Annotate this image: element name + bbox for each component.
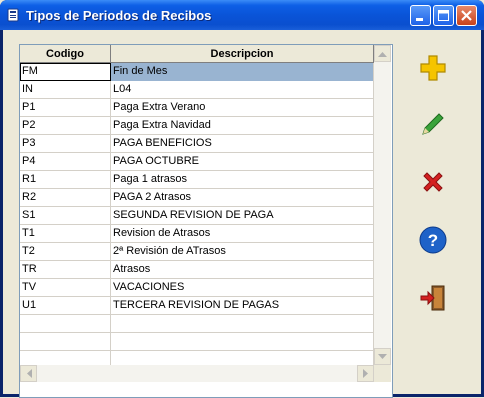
maximize-button[interactable] — [433, 5, 454, 26]
cell-descripcion[interactable]: L04 — [111, 81, 374, 99]
cell-codigo[interactable]: IN — [20, 81, 111, 99]
table-row[interactable]: P2 Paga Extra Navidad — [20, 117, 374, 135]
scroll-right-icon — [362, 369, 368, 378]
cell-descripcion[interactable]: Fin de Mes — [111, 63, 374, 81]
title-bar[interactable]: Tipos de Periodos de Recibos — [0, 0, 484, 30]
help-button[interactable]: ? — [415, 222, 451, 258]
scroll-right-button[interactable] — [357, 365, 374, 382]
cell-codigo[interactable]: S1 — [20, 207, 111, 225]
cell-codigo[interactable]: TR — [20, 261, 111, 279]
cell-descripcion[interactable]: PAGA OCTUBRE — [111, 153, 374, 171]
table-row[interactable]: U1 TERCERA REVISION DE PAGAS — [20, 297, 374, 315]
maximize-icon — [438, 10, 449, 21]
cell-descripcion[interactable]: Paga Extra Verano — [111, 99, 374, 117]
table-row[interactable]: R2 PAGA 2 Atrasos — [20, 189, 374, 207]
client-area: Codigo Descripcion FM Fin de Mes IN L04 P1 Pa… — [3, 30, 481, 398]
window-title: Tipos de Periodos de Recibos — [26, 8, 212, 23]
cell-codigo[interactable]: TV — [20, 279, 111, 297]
table-row[interactable]: IN L04 — [20, 81, 374, 99]
scroll-down-icon — [378, 353, 387, 359]
cell-descripcion[interactable]: VACACIONES — [111, 279, 374, 297]
cell-codigo[interactable]: T1 — [20, 225, 111, 243]
column-header-codigo[interactable]: Codigo — [20, 45, 111, 63]
table-row[interactable]: S1 SEGUNDA REVISION DE PAGA — [20, 207, 374, 225]
edit-button[interactable] — [415, 106, 451, 142]
scroll-up-icon — [378, 51, 387, 57]
scrollbar-corner — [374, 365, 391, 382]
cell-codigo[interactable]: R2 — [20, 189, 111, 207]
table-row[interactable]: T1 Revision de Atrasos — [20, 225, 374, 243]
minimize-icon — [416, 18, 423, 21]
vertical-scrollbar[interactable] — [374, 45, 391, 365]
scroll-left-icon — [26, 369, 32, 378]
cell-descripcion[interactable]: Paga Extra Navidad — [111, 117, 374, 135]
cell-codigo[interactable]: T2 — [20, 243, 111, 261]
table-row[interactable]: P3 PAGA BENEFICIOS — [20, 135, 374, 153]
empty-row — [20, 315, 374, 333]
x-icon — [423, 172, 443, 192]
minimize-button[interactable] — [410, 5, 431, 26]
scroll-down-button[interactable] — [374, 348, 391, 365]
horizontal-scrollbar[interactable] — [20, 365, 374, 382]
cell-descripcion[interactable]: 2ª Revisión de ATrasos — [111, 243, 374, 261]
cell-codigo[interactable]: P2 — [20, 117, 111, 135]
scroll-up-button[interactable] — [374, 45, 391, 62]
table-row[interactable]: FM Fin de Mes — [20, 63, 374, 81]
app-window: Tipos de Periodos de Recibos Codigo Desc… — [0, 0, 484, 398]
close-icon — [461, 10, 472, 21]
cell-descripcion[interactable]: Paga 1 atrasos — [111, 171, 374, 189]
cell-codigo[interactable]: U1 — [20, 297, 111, 315]
table-row[interactable]: P1 Paga Extra Verano — [20, 99, 374, 117]
empty-row — [20, 351, 374, 365]
column-header-descripcion[interactable]: Descripcion — [111, 45, 374, 63]
exit-door-icon — [420, 285, 445, 311]
add-button[interactable] — [415, 50, 451, 86]
cell-codigo[interactable]: P4 — [20, 153, 111, 171]
delete-button[interactable] — [415, 164, 451, 200]
cell-codigo[interactable]: P1 — [20, 99, 111, 117]
cell-descripcion[interactable]: TERCERA REVISION DE PAGAS — [111, 297, 374, 315]
pencil-icon — [422, 113, 444, 135]
cell-descripcion[interactable]: Atrasos — [111, 261, 374, 279]
cell-codigo[interactable]: R1 — [20, 171, 111, 189]
table-row[interactable]: TR Atrasos — [20, 261, 374, 279]
table-row[interactable]: TV VACACIONES — [20, 279, 374, 297]
cell-descripcion[interactable]: PAGA BENEFICIOS — [111, 135, 374, 153]
cell-descripcion[interactable]: SEGUNDA REVISION DE PAGA — [111, 207, 374, 225]
table-row[interactable]: P4 PAGA OCTUBRE — [20, 153, 374, 171]
cell-codigo[interactable]: FM — [20, 63, 111, 81]
app-icon — [7, 8, 19, 22]
help-icon: ? — [419, 226, 447, 254]
close-button[interactable] — [456, 5, 477, 26]
cell-descripcion[interactable]: Revision de Atrasos — [111, 225, 374, 243]
periods-table: Codigo Descripcion FM Fin de Mes IN L04 P1 Pa… — [19, 44, 393, 398]
empty-row — [20, 333, 374, 351]
cell-descripcion[interactable]: PAGA 2 Atrasos — [111, 189, 374, 207]
plus-icon — [420, 55, 446, 81]
svg-text:?: ? — [428, 231, 438, 250]
table-row[interactable]: R1 Paga 1 atrasos — [20, 171, 374, 189]
cell-codigo[interactable]: P3 — [20, 135, 111, 153]
table-row[interactable]: T2 2ª Revisión de ATrasos — [20, 243, 374, 261]
exit-button[interactable] — [415, 280, 451, 316]
scroll-left-button[interactable] — [20, 365, 37, 382]
